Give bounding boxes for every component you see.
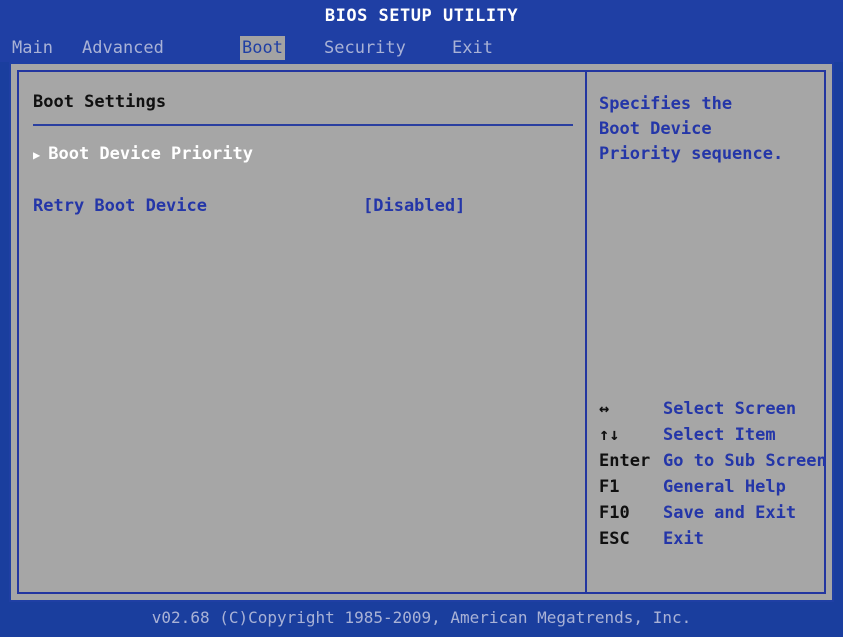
menu-tab-exit[interactable]: Exit — [450, 36, 495, 60]
help-line: Specifies the — [599, 94, 733, 114]
menu-tab-boot[interactable]: Boot — [240, 36, 285, 60]
key-label: F10 — [599, 503, 630, 523]
key-desc: Select Screen — [663, 399, 797, 419]
key-desc: Save and Exit — [663, 503, 797, 523]
key-desc: Go to Sub Screen — [663, 451, 827, 471]
menu-tab-main[interactable]: Main — [10, 36, 55, 60]
key-desc: General Help — [663, 477, 786, 497]
submenu-arrow-icon: ▶ — [33, 148, 41, 162]
retry-boot-device-value[interactable]: [Disabled] — [363, 196, 465, 216]
arrows-horizontal-icon: ↔ — [599, 399, 610, 419]
arrows-vertical-icon: ↑↓ — [599, 425, 620, 445]
key-row-enter: Enter Go to Sub Screen — [599, 448, 839, 474]
menu-tab-advanced[interactable]: Advanced — [80, 36, 166, 60]
help-line: Priority sequence. — [599, 144, 784, 164]
help-text: Specifies the Boot Device Priority seque… — [599, 92, 829, 167]
retry-boot-device-label[interactable]: Retry Boot Device — [33, 196, 207, 216]
key-row-select-item: ↑↓ Select Item — [599, 422, 839, 448]
key-row-select-screen: ↔ Select Screen — [599, 396, 839, 422]
section-rule — [33, 124, 573, 126]
key-label: ESC — [599, 529, 630, 549]
help-line: Boot Device — [599, 119, 712, 139]
key-row-save-exit: F10 Save and Exit — [599, 500, 839, 526]
key-row-help: F1 General Help — [599, 474, 839, 500]
copyright-footer: v02.68 (C)Copyright 1985-2009, American … — [151, 608, 692, 627]
main-panel: Boot Settings ▶ Boot Device Priority Retr… — [9, 62, 834, 602]
boot-device-priority-item[interactable]: ▶ Boot Device Priority — [33, 144, 253, 164]
key-desc: Exit — [663, 529, 704, 549]
menu-bar: Main Advanced Boot Security Exit — [0, 36, 843, 60]
key-desc: Select Item — [663, 425, 776, 445]
key-label: F1 — [599, 477, 620, 497]
menu-tab-security[interactable]: Security — [322, 36, 408, 60]
title-bar: BIOS SETUP UTILITY Main Advanced Boot Se… — [0, 0, 843, 62]
key-label: Enter — [599, 451, 651, 471]
window-title: BIOS SETUP UTILITY — [324, 6, 519, 26]
boot-device-priority-label: Boot Device Priority — [48, 144, 253, 164]
key-row-exit: ESC Exit — [599, 526, 839, 552]
key-legend: ↔ Select Screen ↑↓ Select Item Enter Go to … — [599, 396, 839, 552]
panel-divider — [585, 72, 587, 592]
panel-frame: Boot Settings ▶ Boot Device Priority Retr… — [17, 70, 829, 594]
section-title: Boot Settings — [33, 92, 167, 112]
